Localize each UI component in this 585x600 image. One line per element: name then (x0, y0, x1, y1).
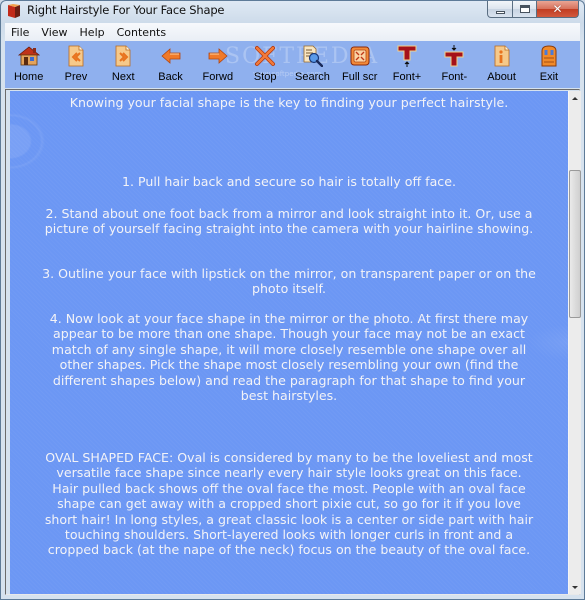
font-decrease-button[interactable]: Font- (431, 41, 478, 88)
caption-buttons: ✕ (487, 1, 579, 18)
arrow-down-icon (572, 585, 578, 589)
menu-bar: File View Help Contents (5, 23, 580, 41)
maximize-icon (519, 5, 530, 13)
back-button[interactable]: Back (147, 41, 194, 88)
search-label: Search (295, 71, 330, 83)
title-bar[interactable]: Right Hairstyle For Your Face Shape ✕ (1, 1, 584, 22)
menu-file[interactable]: File (5, 26, 35, 39)
home-label: Home (13, 71, 44, 83)
prev-label: Prev (64, 71, 88, 83)
oval-face-paragraph: OVAL SHAPED FACE: Oval is considered by … (44, 450, 534, 558)
content-view[interactable]: Knowing your facial shape is the key to … (10, 91, 568, 594)
window-title: Right Hairstyle For Your Face Shape (27, 3, 225, 17)
next-page-icon (115, 45, 131, 67)
search-magnifier-icon (304, 45, 324, 67)
font-decrease-icon (444, 45, 464, 67)
step-2-paragraph: 2. Stand about one foot back from a mirr… (44, 206, 534, 237)
forward-label: Forwd (202, 71, 234, 83)
next-label: Next (111, 71, 135, 83)
exit-label: Exit (539, 71, 559, 83)
back-label: Back (158, 71, 183, 83)
app-logo-icon (8, 4, 20, 18)
exit-door-icon (541, 45, 557, 67)
minimize-button[interactable] (487, 1, 513, 18)
stop-x-icon (255, 46, 276, 66)
home-icon (17, 46, 40, 66)
scroll-thumb[interactable] (569, 170, 581, 318)
step-3-paragraph: 3. Outline your face with lipstick on th… (42, 266, 536, 297)
next-button[interactable]: Next (100, 41, 147, 88)
back-arrow-icon (160, 48, 180, 64)
arrow-up-icon (572, 96, 578, 100)
content-frame: Knowing your facial shape is the key to … (5, 89, 581, 595)
fullscreen-icon (350, 46, 370, 66)
font-decrease-label: Font- (441, 71, 468, 83)
minimize-icon (495, 10, 505, 14)
maximize-button[interactable] (513, 1, 537, 18)
scroll-down-button[interactable] (569, 580, 581, 594)
close-icon: ✕ (552, 2, 563, 16)
search-button[interactable]: Search (289, 41, 336, 88)
vertical-scrollbar[interactable] (568, 91, 581, 594)
fullscreen-button[interactable]: Full scr (336, 41, 383, 88)
about-button[interactable]: About (478, 41, 525, 88)
stop-label: Stop (253, 71, 277, 83)
intro-paragraph: Knowing your facial shape is the key to … (69, 95, 509, 110)
about-info-icon (494, 45, 510, 67)
font-increase-icon (397, 45, 417, 67)
fullscreen-label: Full scr (342, 71, 378, 83)
menu-help[interactable]: Help (74, 26, 111, 39)
font-increase-label: Font+ (392, 71, 422, 83)
step-4-paragraph: 4. Now look at your face shape in the mi… (49, 311, 529, 404)
prev-page-icon (68, 45, 84, 67)
step-1-paragraph: 1. Pull hair back and secure so hair is … (122, 174, 456, 189)
font-increase-button[interactable]: Font+ (383, 41, 430, 88)
prev-button[interactable]: Prev (52, 41, 99, 88)
toolbar: SOFTPEDIA www.softpedia.com Home Prev Ne… (5, 41, 580, 88)
close-button[interactable]: ✕ (537, 1, 579, 18)
app-window: Right Hairstyle For Your Face Shape ✕ Fi… (0, 0, 585, 600)
forward-arrow-icon (208, 48, 228, 64)
menu-view[interactable]: View (35, 26, 73, 39)
exit-button[interactable]: Exit (525, 41, 572, 88)
home-button[interactable]: Home (5, 41, 52, 88)
menu-contents[interactable]: Contents (111, 26, 172, 39)
forward-button[interactable]: Forwd (194, 41, 241, 88)
scroll-up-button[interactable] (569, 91, 581, 105)
stop-button[interactable]: Stop (241, 41, 288, 88)
about-label: About (487, 71, 516, 83)
